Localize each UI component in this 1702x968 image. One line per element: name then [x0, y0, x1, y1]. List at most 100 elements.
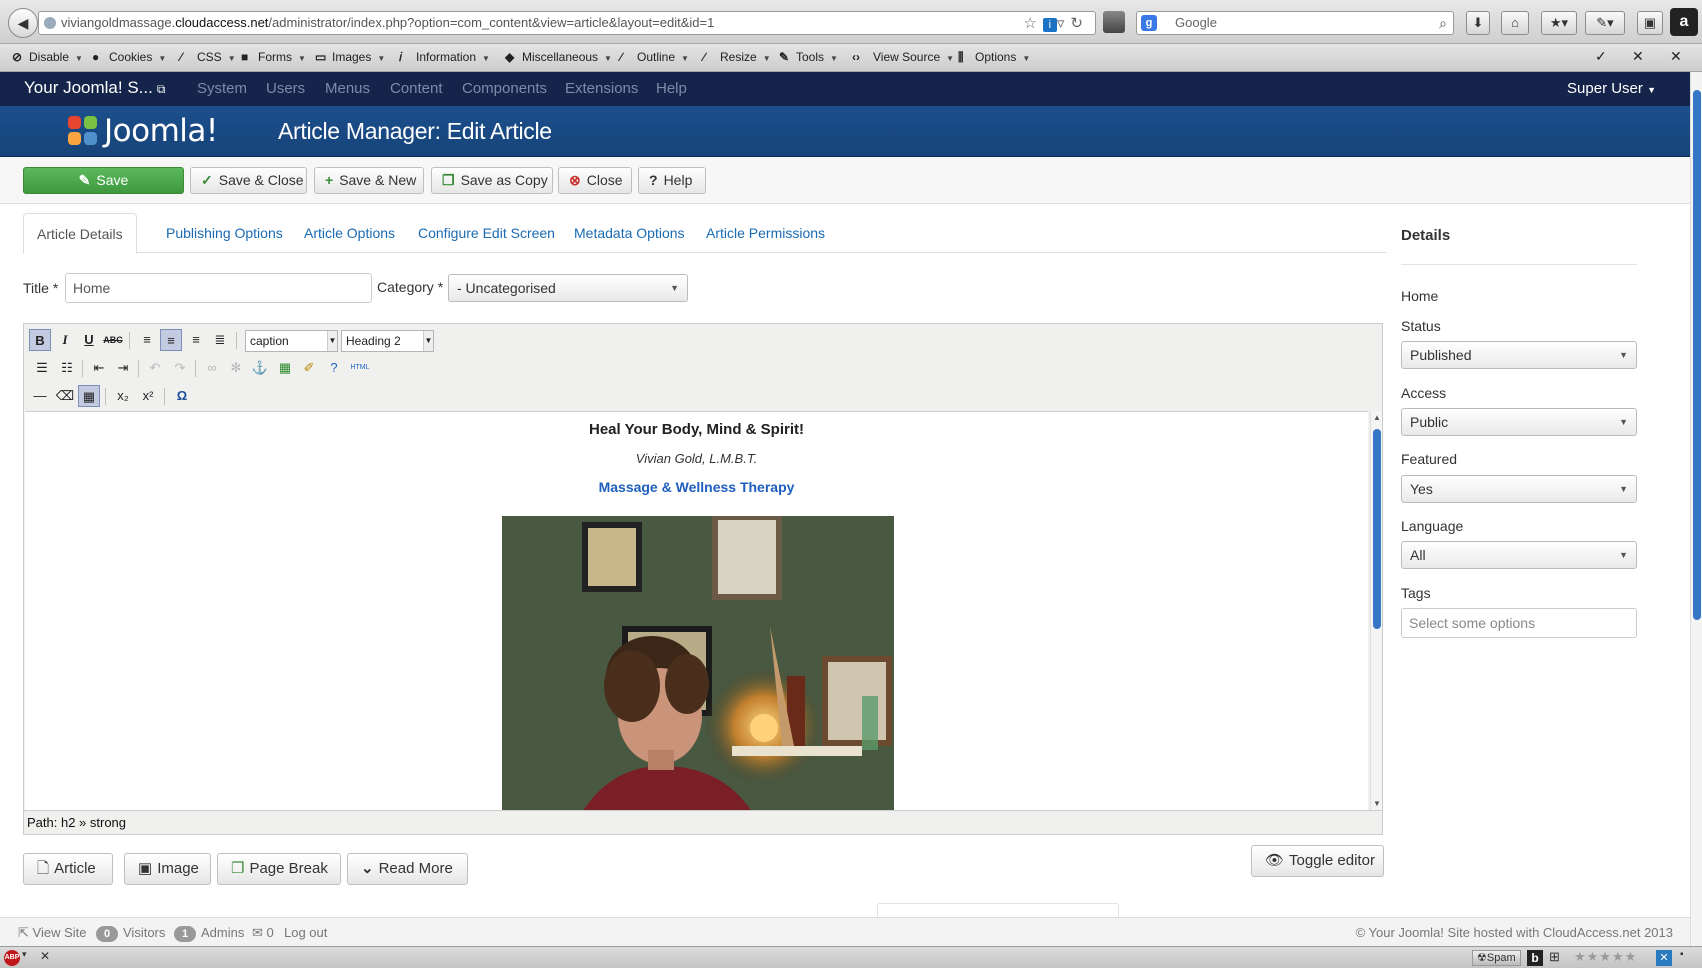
- read-more-button[interactable]: ⌄ Read More: [347, 853, 468, 885]
- html-source-button[interactable]: HTML: [347, 357, 373, 379]
- save-new-button[interactable]: + Save & New: [314, 167, 424, 194]
- editor-scrollbar-thumb[interactable]: [1373, 429, 1381, 629]
- devbar-information[interactable]: 𝑖 Information ▼: [399, 50, 490, 65]
- page-break-button[interactable]: ❐ Page Break: [217, 853, 341, 885]
- search-icon[interactable]: ⌕: [1439, 12, 1447, 34]
- insert-article-button[interactable]: 🗋 Article: [23, 853, 113, 885]
- tab-article-details[interactable]: Article Details: [23, 213, 137, 254]
- search-input[interactable]: g Google ⌕: [1136, 11, 1454, 35]
- special-character-icon[interactable]: Ω: [171, 385, 193, 407]
- toggle-editor-button[interactable]: 👁 Toggle editor: [1251, 845, 1384, 877]
- page-scrollbar-thumb[interactable]: [1693, 90, 1701, 620]
- nav-help[interactable]: Help: [656, 80, 687, 97]
- window-button[interactable]: ▣: [1637, 11, 1663, 35]
- site-name-link[interactable]: Your Joomla! S... ⧉: [24, 78, 165, 98]
- tab-publishing-options[interactable]: Publishing Options: [153, 213, 296, 253]
- scroll-up-icon[interactable]: ▲: [1373, 413, 1381, 422]
- close-toolbar-icon[interactable]: ✕: [1670, 48, 1682, 65]
- indent-icon[interactable]: ⇥: [112, 357, 134, 379]
- devbar-images[interactable]: ▭ Images ▼: [315, 50, 385, 64]
- tab-configure-edit-screen[interactable]: Configure Edit Screen: [405, 213, 568, 253]
- subscript-icon[interactable]: x₂: [112, 385, 134, 407]
- devbar-resize[interactable]: ∕ Resize ▼: [703, 50, 771, 64]
- home-button[interactable]: ⌂: [1501, 11, 1529, 35]
- superscript-icon[interactable]: x²: [137, 385, 159, 407]
- messages-indicator[interactable]: ✉ 0: [252, 925, 274, 941]
- x-icon[interactable]: ✕: [1656, 950, 1672, 966]
- save-close-button[interactable]: ✓ Save & Close: [190, 167, 307, 194]
- devbar-cookies[interactable]: ● Cookies ▼: [92, 50, 166, 64]
- title-input[interactable]: Home: [65, 273, 372, 303]
- devbar-view-source[interactable]: ‹› View Source ▼: [852, 50, 954, 64]
- addon-button[interactable]: ✎▾: [1585, 11, 1625, 35]
- align-right-icon[interactable]: ≡: [185, 329, 207, 351]
- devbar-forms[interactable]: ■ Forms ▼: [241, 50, 306, 64]
- save-copy-button[interactable]: ❐ Save as Copy: [431, 167, 553, 194]
- devbar-outline[interactable]: ∕ Outline ▼: [620, 50, 689, 64]
- outdent-icon[interactable]: ⇤: [88, 357, 110, 379]
- help-button[interactable]: ? Help: [638, 167, 706, 194]
- table-icon[interactable]: ▦: [78, 385, 100, 407]
- format-select[interactable]: Heading 2 ▼: [341, 330, 434, 352]
- caret-down-icon[interactable]: ▾: [22, 949, 27, 960]
- eraser-icon[interactable]: ⌫: [54, 385, 76, 407]
- devbar-miscellaneous[interactable]: ◆ Miscellaneous ▼: [505, 50, 612, 64]
- info-icon[interactable]: i: [1042, 18, 1057, 32]
- unlink-icon[interactable]: ✻: [225, 357, 247, 379]
- spam-button[interactable]: ☢Spam: [1472, 950, 1521, 966]
- bookmarks-button[interactable]: ★▾: [1541, 11, 1577, 35]
- devbar-css[interactable]: ⁄ CSS ▼: [180, 50, 236, 64]
- italic-icon[interactable]: I: [54, 329, 76, 351]
- reload-icon[interactable]: ↻: [1070, 15, 1089, 32]
- nav-components[interactable]: Components: [462, 80, 547, 97]
- redo-icon[interactable]: ↷: [169, 357, 191, 379]
- insert-image-button[interactable]: ▣ Image: [124, 853, 211, 885]
- bold-icon[interactable]: B: [29, 329, 51, 351]
- numbered-list-icon[interactable]: ☷: [56, 357, 78, 379]
- nav-content[interactable]: Content: [390, 80, 443, 97]
- tab-article-options[interactable]: Article Options: [291, 213, 408, 253]
- tab-metadata-options[interactable]: Metadata Options: [561, 213, 698, 253]
- align-left-icon[interactable]: ≡: [136, 329, 158, 351]
- strikethrough-icon[interactable]: ABC: [102, 329, 124, 351]
- close-button[interactable]: ⊗ Close: [558, 167, 632, 194]
- cleanup-icon[interactable]: ✐: [298, 357, 320, 379]
- view-site-link[interactable]: ⇱ View Site: [18, 925, 86, 941]
- logout-link[interactable]: Log out: [284, 925, 327, 940]
- content-photo[interactable]: [502, 516, 894, 810]
- nav-system[interactable]: System: [197, 80, 247, 97]
- dropdown-icon[interactable]: ▿: [1057, 15, 1071, 32]
- scroll-down-icon[interactable]: ▼: [1373, 799, 1381, 808]
- nav-extensions[interactable]: Extensions: [565, 80, 638, 97]
- align-center-icon[interactable]: ≡: [160, 329, 182, 351]
- download-button[interactable]: ⬇: [1466, 11, 1490, 35]
- help-circle-icon[interactable]: ?: [323, 357, 345, 379]
- anchor-icon[interactable]: ⚓: [249, 357, 271, 379]
- address-bar[interactable]: viviangoldmassage.cloudaccess.net/admini…: [38, 11, 1096, 35]
- link-icon[interactable]: ∞: [201, 357, 223, 379]
- user-menu[interactable]: Super User ▼: [1567, 80, 1656, 97]
- language-select[interactable]: All ▼: [1401, 541, 1637, 569]
- featured-select[interactable]: Yes ▼: [1401, 475, 1637, 503]
- status-select[interactable]: Published ▼: [1401, 341, 1637, 369]
- horizontal-rule-icon[interactable]: —: [29, 385, 51, 407]
- style-select[interactable]: caption ▼: [245, 330, 338, 352]
- insert-image-icon[interactable]: ▦: [274, 357, 296, 379]
- star-icon[interactable]: ☆: [1023, 15, 1042, 32]
- amazon-icon[interactable]: a: [1670, 8, 1698, 36]
- devbar-disable[interactable]: ⊘ Disable ▼: [12, 50, 83, 64]
- save-button[interactable]: ✎ Save: [23, 167, 184, 194]
- category-select[interactable]: - Uncategorised ▼: [448, 274, 688, 302]
- check-icon[interactable]: ✓: [1595, 48, 1607, 65]
- access-select[interactable]: Public ▼: [1401, 408, 1637, 436]
- adblock-icon[interactable]: ABP: [4, 950, 20, 966]
- close-x-icon[interactable]: ✕: [1632, 48, 1644, 65]
- feed-icon[interactable]: [1103, 11, 1125, 33]
- nav-users[interactable]: Users: [266, 80, 305, 97]
- grid-icon[interactable]: ⊞: [1549, 949, 1560, 965]
- undo-icon[interactable]: ↶: [144, 357, 166, 379]
- editor-scrollbar[interactable]: ▲ ▼: [1370, 411, 1382, 810]
- b-icon[interactable]: b: [1527, 950, 1543, 966]
- devbar-options[interactable]: ⫼ Options ▼: [958, 50, 1030, 65]
- devbar-tools[interactable]: ✎ Tools ▼: [779, 50, 838, 64]
